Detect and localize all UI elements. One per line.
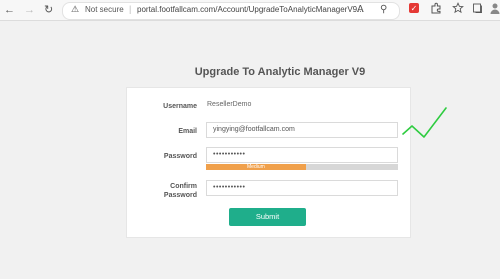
page-title: Upgrade To Analytic Manager V9 <box>194 66 366 78</box>
password-strength-fill: Medium <box>206 164 306 170</box>
zoom-icon[interactable]: ⚲ <box>380 3 387 17</box>
warning-icon: ⚠ <box>71 4 80 14</box>
password-strength-bar: Medium <box>206 164 398 170</box>
confirm-label-line1: Confirm <box>170 183 197 190</box>
confirm-password-field[interactable]: ••••••••••• <box>206 180 398 196</box>
security-status[interactable]: Not secure <box>85 5 124 14</box>
profile-icon[interactable] <box>490 2 500 19</box>
email-label: Email <box>178 128 197 135</box>
username-value: ResellerDemo <box>207 101 252 108</box>
username-label: Username <box>163 103 197 110</box>
address-bar[interactable]: ⚠ Not secure | portal.footfallcam.com/Ac… <box>62 2 400 20</box>
address-separator: | <box>129 4 132 14</box>
confirm-password-label: Confirm Password <box>127 182 197 200</box>
favorites-icon[interactable] <box>452 2 464 19</box>
password-strength-label: Medium <box>247 164 265 170</box>
email-field[interactable]: yingying@footfallcam.com <box>206 122 398 138</box>
browser-toolbar: ← → ↻ ⚠ Not secure | portal.footfallcam.… <box>0 0 500 21</box>
upgrade-form-card: Username ResellerDemo Email yingying@foo… <box>126 87 411 238</box>
extension-icon[interactable]: ✓ <box>408 2 420 19</box>
puzzle-icon[interactable] <box>430 2 442 19</box>
checkmark-icon <box>402 107 447 138</box>
forward-icon[interactable]: → <box>24 3 35 17</box>
read-aloud-icon[interactable]: A <box>357 3 364 17</box>
confirm-label-line2: Password <box>163 192 197 199</box>
submit-button[interactable]: Submit <box>229 208 306 226</box>
url-text[interactable]: portal.footfallcam.com/Account/UpgradeTo… <box>137 5 364 14</box>
back-icon[interactable]: ← <box>4 3 15 17</box>
password-label: Password <box>163 153 197 160</box>
reload-icon[interactable]: ↻ <box>44 3 53 17</box>
svg-text:✓: ✓ <box>411 4 418 13</box>
password-field[interactable]: ••••••••••• <box>206 147 398 163</box>
collections-icon[interactable] <box>472 2 484 19</box>
